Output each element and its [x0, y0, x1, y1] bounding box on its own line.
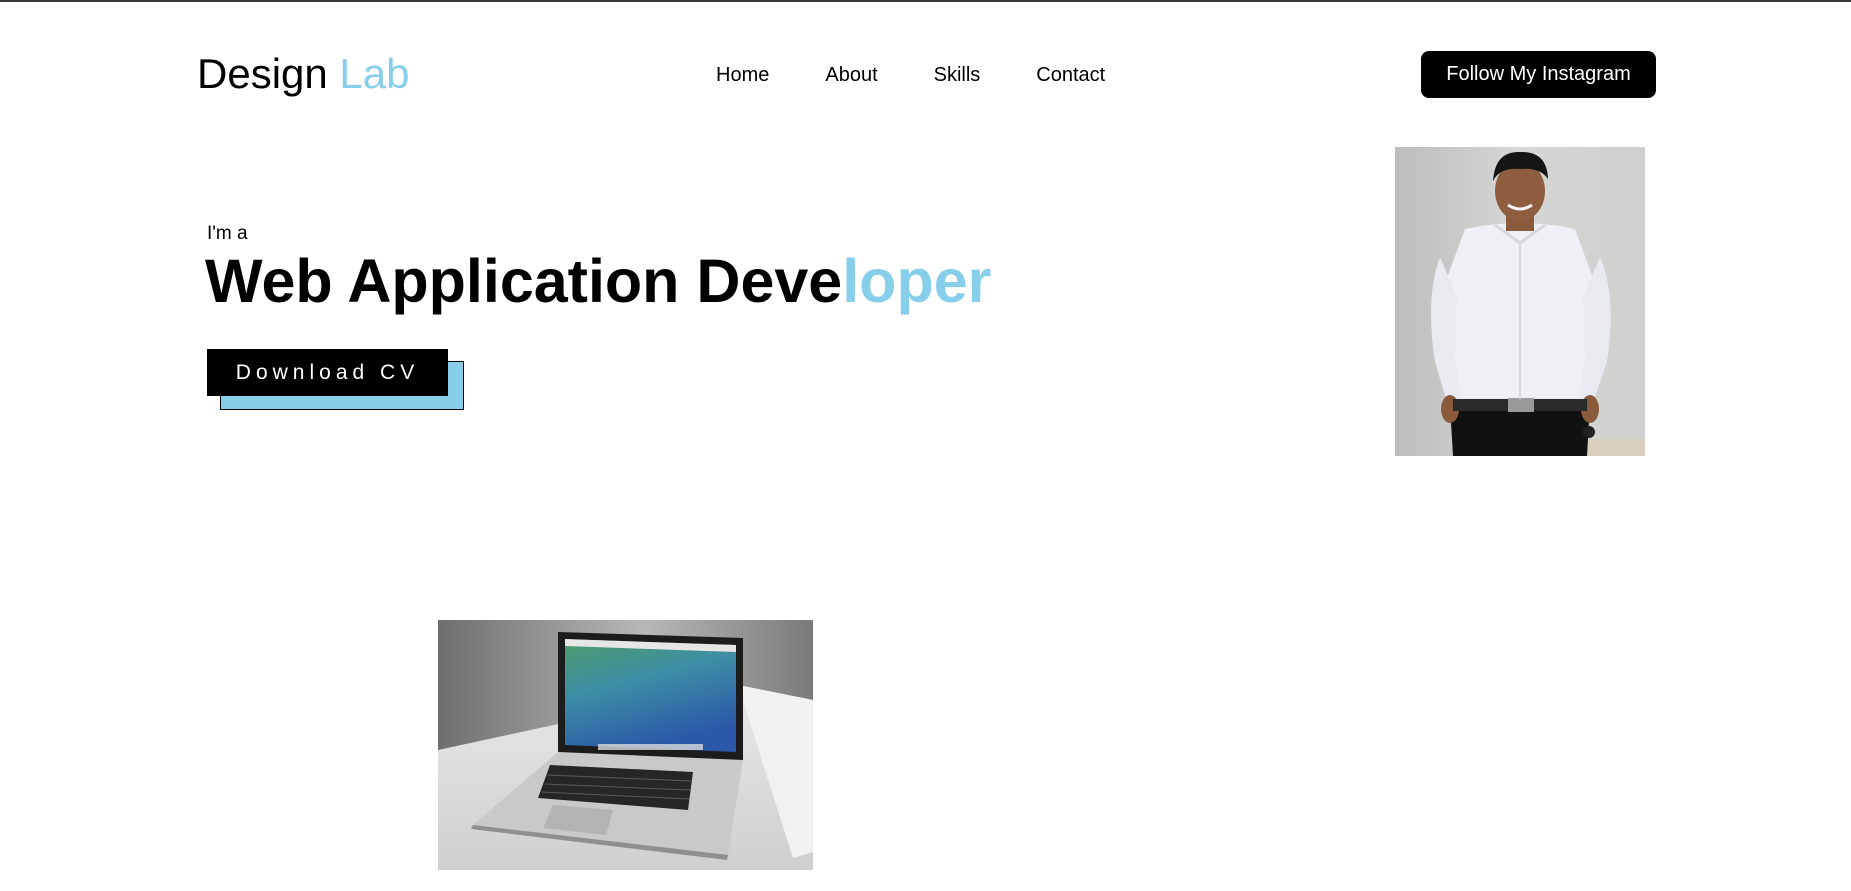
main-nav: Home About Skills Contact: [716, 62, 1161, 88]
page: Design Lab Home About Skills Contact Fol…: [0, 0, 1851, 891]
logo-primary-text: Design: [197, 50, 328, 97]
hero-intro: I'm a: [207, 223, 248, 244]
headline-accent-text: loper: [842, 247, 992, 315]
site-logo[interactable]: Design Lab: [197, 50, 410, 98]
nav-skills[interactable]: Skills: [934, 62, 981, 88]
nav-contact[interactable]: Contact: [1036, 62, 1105, 88]
nav-home[interactable]: Home: [716, 62, 769, 88]
headline-main-text: Web Application Deve: [205, 247, 843, 315]
laptop-photo-illustration: [438, 620, 813, 870]
profile-photo-illustration: [1395, 147, 1645, 456]
download-cv-button[interactable]: Download CV: [207, 349, 448, 396]
nav-about[interactable]: About: [825, 62, 877, 88]
profile-photo: [1395, 147, 1645, 456]
logo-accent-text: Lab: [339, 50, 410, 97]
hero-headline: Web Application Developer: [205, 246, 991, 316]
laptop-photo: [438, 620, 813, 870]
top-border: [0, 0, 1851, 2]
follow-instagram-button[interactable]: Follow My Instagram: [1421, 51, 1656, 98]
